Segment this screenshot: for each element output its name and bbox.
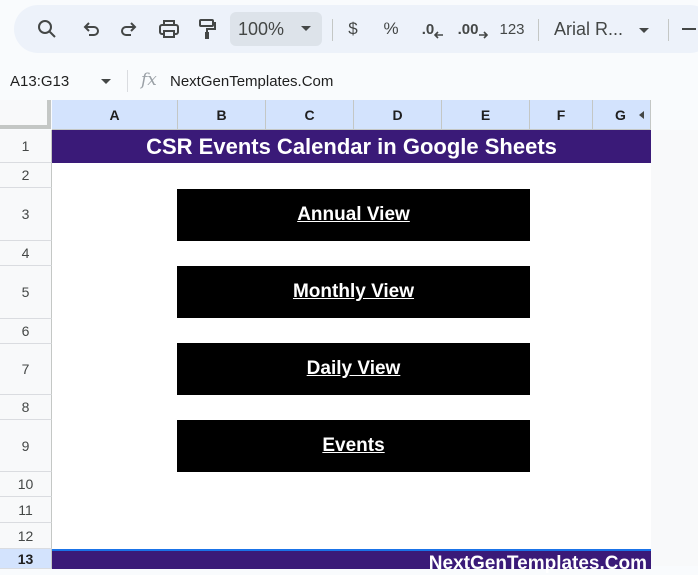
sheet-title: CSR Events Calendar in Google Sheets [52, 130, 651, 163]
column-header-c[interactable]: C [266, 100, 354, 130]
name-box[interactable]: A13:G13 [10, 70, 120, 92]
events-button[interactable]: Events [177, 420, 530, 472]
annual-view-button[interactable]: Annual View [177, 189, 530, 241]
toolbar: 100% $ % .0 .00 123 Arial R... [14, 5, 698, 53]
undo-icon[interactable] [76, 5, 106, 53]
select-all-corner[interactable] [0, 100, 51, 129]
chevron-down-icon [101, 79, 111, 84]
daily-view-button[interactable]: Daily View [177, 343, 530, 395]
row-header[interactable]: 12 [0, 523, 52, 549]
chevron-down-icon [639, 28, 649, 33]
monthly-view-button[interactable]: Monthly View [177, 266, 530, 318]
row-header[interactable]: 5 [0, 266, 52, 319]
number-format-button[interactable]: 123 [496, 5, 528, 53]
column-header-f[interactable]: F [530, 100, 593, 130]
formula-divider [127, 70, 128, 92]
zoom-select[interactable]: 100% [230, 12, 322, 46]
search-icon[interactable] [32, 5, 62, 53]
footer-text: NextGenTemplates.Com [428, 553, 647, 574]
increase-decimal-button[interactable]: .00 [456, 5, 490, 53]
row-header[interactable]: 11 [0, 497, 52, 523]
column-header-b[interactable]: B [178, 100, 266, 130]
arrow-right-icon [479, 31, 489, 39]
fx-icon: fx [141, 70, 157, 90]
name-box-value: A13:G13 [10, 72, 70, 90]
column-header-e[interactable]: E [442, 100, 530, 130]
toolbar-divider [668, 19, 669, 41]
redo-icon[interactable] [114, 5, 144, 53]
footer-bar[interactable]: NextGenTemplates.Com [52, 549, 651, 574]
font-value: Arial R... [554, 18, 624, 39]
decrease-decimal-button[interactable]: .0 [418, 5, 448, 53]
row-header[interactable]: 9 [0, 420, 52, 472]
paint-format-icon[interactable] [192, 5, 222, 53]
decrease-font-size-icon[interactable] [682, 28, 696, 30]
toolbar-divider [538, 19, 539, 41]
formula-input[interactable]: NextGenTemplates.Com [170, 70, 333, 92]
row-header-selected[interactable]: 13 [0, 549, 52, 569]
row-header[interactable]: 2 [0, 163, 52, 188]
row-header[interactable]: 8 [0, 395, 52, 420]
row-header[interactable]: 7 [0, 344, 52, 395]
sheet-margin [651, 130, 698, 566]
caret-left-icon [639, 111, 644, 119]
arrow-left-icon [434, 31, 444, 39]
column-header-g-label: G [615, 106, 626, 123]
column-header-a[interactable]: A [52, 100, 178, 130]
row-header[interactable]: 6 [0, 319, 52, 344]
row-header[interactable]: 10 [0, 472, 52, 497]
chevron-down-icon [300, 21, 312, 40]
toolbar-divider [332, 19, 333, 41]
font-select[interactable]: Arial R... [554, 5, 654, 53]
row-header[interactable]: 1 [0, 130, 52, 163]
zoom-value: 100% [238, 19, 285, 39]
print-icon[interactable] [154, 5, 184, 53]
row-header[interactable]: 3 [0, 188, 52, 241]
column-header-g[interactable]: G [593, 100, 651, 130]
row-header[interactable]: 4 [0, 241, 52, 266]
percent-format-button[interactable]: % [378, 5, 404, 53]
column-header-d[interactable]: D [354, 100, 442, 130]
currency-format-button[interactable]: $ [340, 5, 366, 53]
